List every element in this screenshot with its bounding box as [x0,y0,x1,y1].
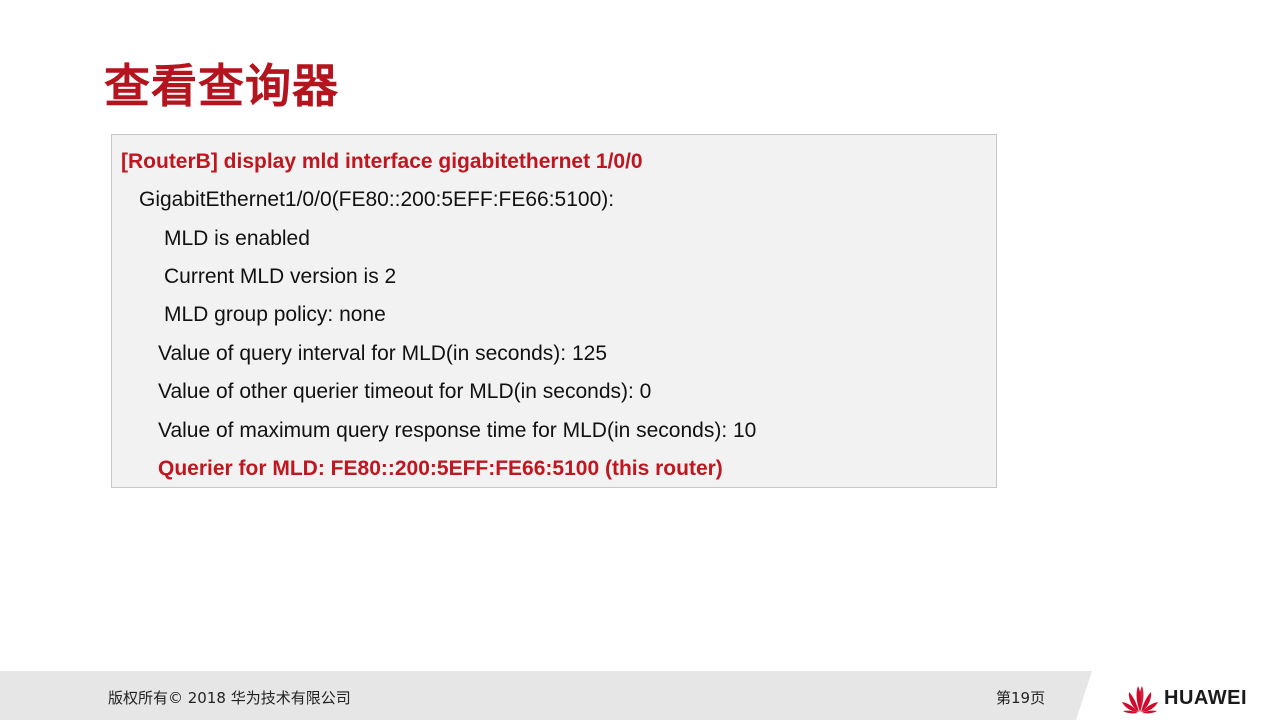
output-line-mld-enabled: MLD is enabled [164,227,310,250]
output-line-group-policy: MLD group policy: none [164,303,386,326]
page-title: 查看查询器 [104,59,339,113]
brand-name: HUAWEI [1164,687,1247,709]
output-line-querier-timeout: Value of other querier timeout for MLD(i… [158,380,652,403]
command-line: [RouterB] display mld interface gigabite… [121,150,643,173]
huawei-logo-icon [1122,686,1158,714]
output-line-max-response: Value of maximum query response time for… [158,419,757,442]
output-line-querier: Querier for MLD: FE80::200:5EFF:FE66:510… [158,457,723,480]
output-line-mld-version: Current MLD version is 2 [164,265,397,288]
footer-slash-divider [1076,671,1098,720]
copyright-text: 版权所有© 2018 华为技术有限公司 [108,689,351,707]
output-line-interface: GigabitEthernet1/0/0(FE80::200:5EFF:FE66… [139,188,615,211]
page-number: 第19页 [996,689,1046,707]
output-line-query-interval: Value of query interval for MLD(in secon… [158,342,607,365]
